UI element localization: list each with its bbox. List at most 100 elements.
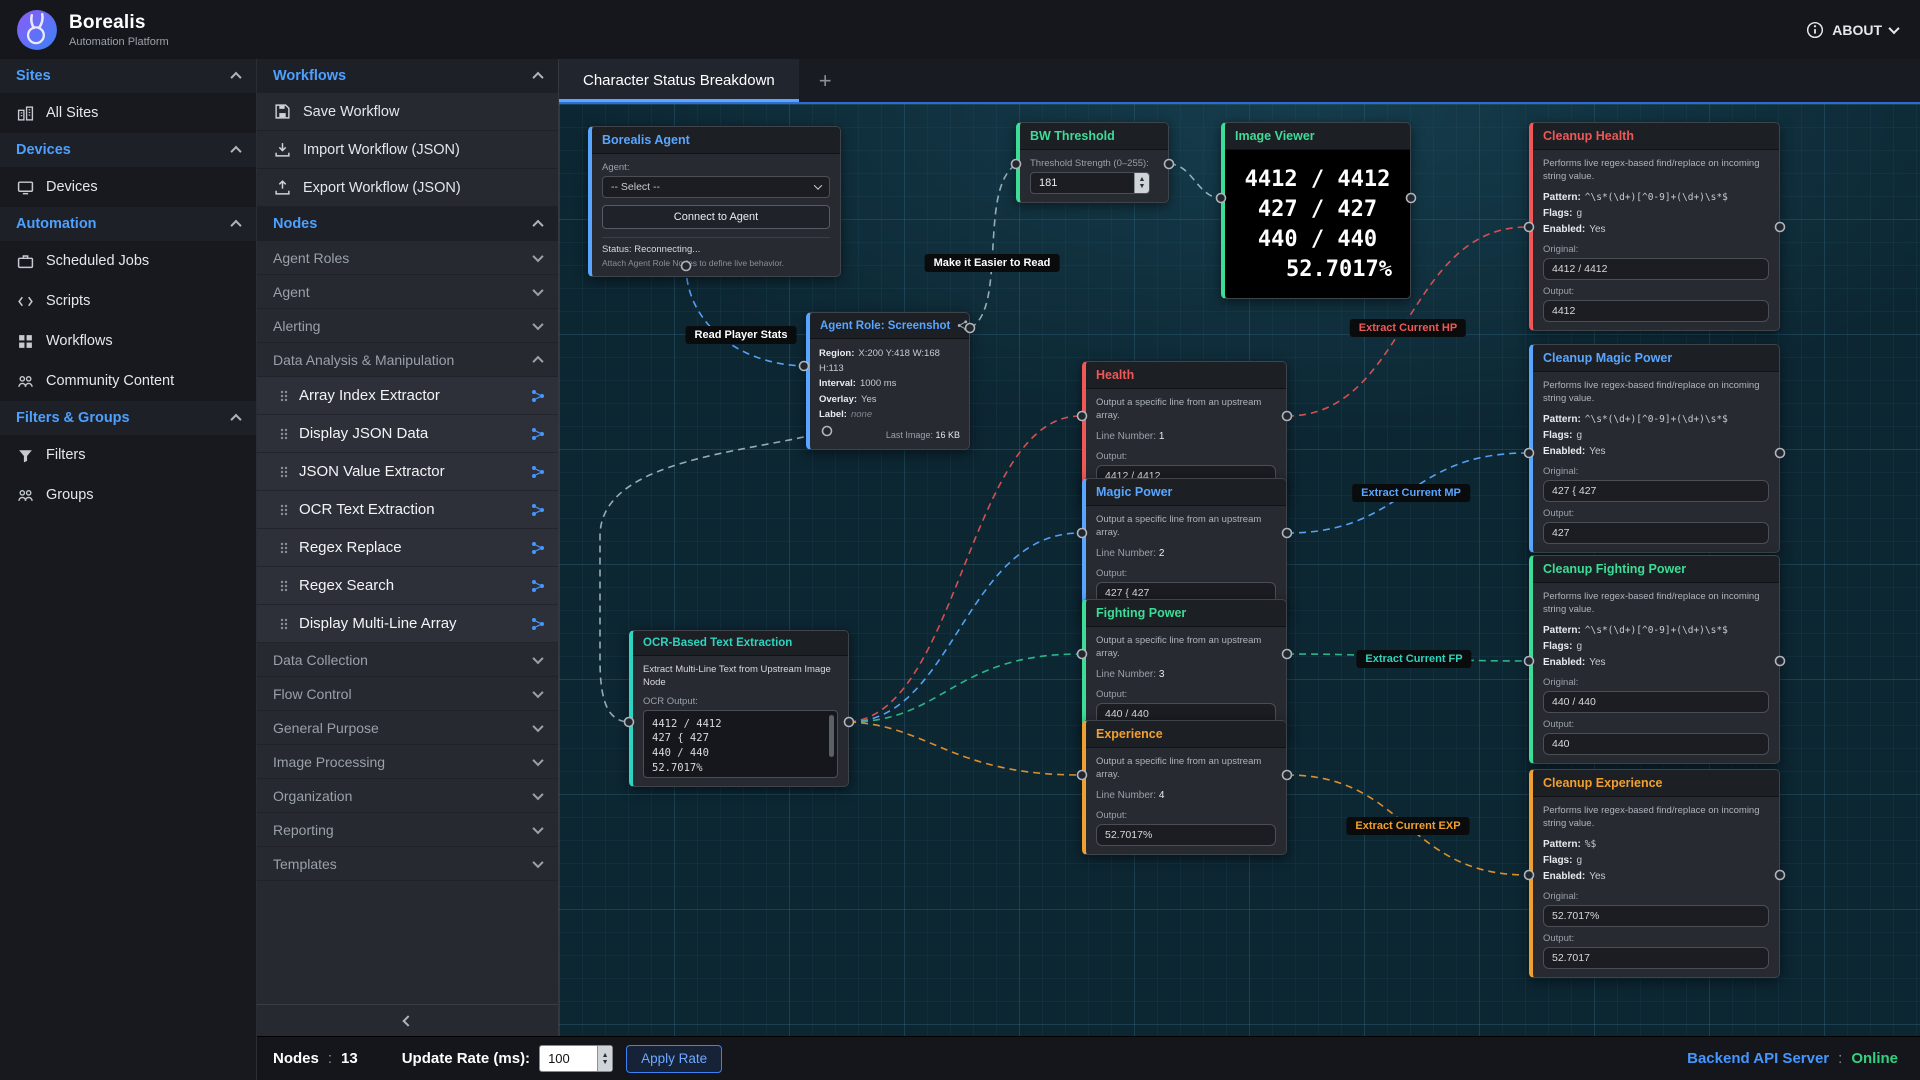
agent-select[interactable]: -- Select -- xyxy=(602,176,830,198)
chevron-down-icon xyxy=(532,720,543,731)
section-title: Filters & Groups xyxy=(16,410,130,426)
flow-node-bw-threshold[interactable]: BW Threshold Threshold Strength (0–255):… xyxy=(1016,122,1169,203)
drag-handle-icon[interactable] xyxy=(279,426,289,442)
stepper-buttons[interactable]: ▲▼ xyxy=(597,1046,612,1071)
drag-handle-icon[interactable] xyxy=(279,464,289,480)
flow-node-ocr-text-extraction[interactable]: OCR-Based Text Extraction Extract Multi-… xyxy=(629,630,849,787)
output-field[interactable]: 52.7017% xyxy=(1096,824,1276,846)
import-workflow-button[interactable]: Import Workflow (JSON) xyxy=(257,131,558,169)
workflows-panel-header[interactable]: Workflows xyxy=(257,59,558,93)
kv-value: Yes xyxy=(1589,224,1605,235)
add-tab-button[interactable]: + xyxy=(799,59,852,102)
flow-node-fighting-power[interactable]: Fighting Power Output a specific line fr… xyxy=(1082,599,1287,734)
category-general-purpose[interactable]: General Purpose xyxy=(257,711,558,745)
drag-handle-icon[interactable] xyxy=(279,616,289,632)
sidebar-section-automation[interactable]: Automation xyxy=(0,207,256,241)
flow-node-image-viewer[interactable]: Image Viewer 4412 / 4412 427 / 427 440 /… xyxy=(1221,122,1411,299)
category-flow-control[interactable]: Flow Control xyxy=(257,677,558,711)
ocr-output-label: OCR Output: xyxy=(643,696,838,707)
original-field[interactable]: 440 / 440 xyxy=(1543,691,1769,713)
flow-node-cleanup-experience[interactable]: Cleanup Experience Performs live regex-b… xyxy=(1529,769,1780,978)
sidebar-item-filters[interactable]: Filters xyxy=(0,435,256,475)
flow-node-cleanup-fighting-power[interactable]: Cleanup Fighting Power Performs live reg… xyxy=(1529,555,1780,764)
output-field[interactable]: 52.7017 xyxy=(1543,947,1769,969)
flow-node-cleanup-health[interactable]: Cleanup Health Performs live regex-based… xyxy=(1529,122,1780,331)
nodes-panel-header[interactable]: Nodes xyxy=(257,207,558,241)
flow-node-cleanup-magic-power[interactable]: Cleanup Magic Power Performs live regex-… xyxy=(1529,344,1780,553)
about-label: ABOUT xyxy=(1832,22,1882,38)
original-field[interactable]: 427 { 427 xyxy=(1543,480,1769,502)
sidebar-item-groups[interactable]: Groups xyxy=(0,475,256,515)
node-item-json-value-extractor[interactable]: JSON Value Extractor xyxy=(257,453,558,491)
flow-node-experience[interactable]: Experience Output a specific line from a… xyxy=(1082,720,1287,855)
original-label: Original: xyxy=(1543,466,1769,477)
category-agent-roles[interactable]: Agent Roles xyxy=(257,241,558,275)
node-item-regex-replace[interactable]: Regex Replace xyxy=(257,529,558,567)
category-templates[interactable]: Templates xyxy=(257,847,558,881)
drag-handle-icon[interactable] xyxy=(279,388,289,404)
sidebar-item-workflows[interactable]: Workflows xyxy=(0,321,256,361)
flow-node-magic-power[interactable]: Magic Power Output a specific line from … xyxy=(1082,478,1287,613)
category-data-collection[interactable]: Data Collection xyxy=(257,643,558,677)
sidebar-item-scheduled-jobs[interactable]: Scheduled Jobs xyxy=(0,241,256,281)
category-image-processing[interactable]: Image Processing xyxy=(257,745,558,779)
output-field[interactable]: 440 xyxy=(1543,733,1769,755)
category-label: Image Processing xyxy=(273,754,385,770)
kv-value: 16 KB xyxy=(935,430,960,440)
node-item-display-multi-line-array[interactable]: Display Multi-Line Array xyxy=(257,605,558,643)
category-alerting[interactable]: Alerting xyxy=(257,309,558,343)
collapse-sidebar-button[interactable] xyxy=(257,1004,558,1036)
export-icon xyxy=(273,179,291,196)
category-data-analysis[interactable]: Data Analysis & Manipulation xyxy=(257,343,558,377)
category-agent[interactable]: Agent xyxy=(257,275,558,309)
kv-value: 1 xyxy=(1159,431,1165,442)
flow-node-borealis-agent[interactable]: Borealis Agent Agent: -- Select -- Conne… xyxy=(588,126,841,277)
drag-handle-icon[interactable] xyxy=(279,578,289,594)
original-field[interactable]: 52.7017% xyxy=(1543,905,1769,927)
kv-label: Enabled: xyxy=(1543,871,1585,882)
threshold-input[interactable] xyxy=(1030,172,1150,194)
connect-agent-button[interactable]: Connect to Agent xyxy=(602,205,830,229)
action-label: Import Workflow (JSON) xyxy=(303,142,460,158)
node-item-array-index-extractor[interactable]: Array Index Extractor xyxy=(257,377,558,415)
edge-label-extract-current-hp: Extract Current HP xyxy=(1350,319,1466,337)
workflow-canvas[interactable]: Borealis Agent Agent: -- Select -- Conne… xyxy=(559,104,1920,1036)
sidebar-item-community-content[interactable]: Community Content xyxy=(0,361,256,401)
node-description: Output a specific line from an upstream … xyxy=(1096,514,1276,540)
drag-handle-icon[interactable] xyxy=(279,502,289,518)
save-workflow-button[interactable]: Save Workflow xyxy=(257,93,558,131)
export-workflow-button[interactable]: Export Workflow (JSON) xyxy=(257,169,558,207)
flow-node-health[interactable]: Health Output a specific line from an up… xyxy=(1082,361,1287,496)
viewer-line: 440 / 440 xyxy=(1233,227,1402,252)
kv-value: ^\s*(\d+)[^0-9]+(\d+)\s*$ xyxy=(1585,414,1728,425)
sidebar-section-filters-groups[interactable]: Filters & Groups xyxy=(0,401,256,435)
chevron-down-icon xyxy=(532,318,543,329)
node-item-display-json-data[interactable]: Display JSON Data xyxy=(257,415,558,453)
node-item-ocr-text-extraction[interactable]: OCR Text Extraction xyxy=(257,491,558,529)
kv-value: g xyxy=(1576,430,1582,441)
sidebar-item-devices[interactable]: Devices xyxy=(0,167,256,207)
sidebar-section-sites[interactable]: Sites xyxy=(0,59,256,93)
flow-node-agent-role-screenshot[interactable]: Agent Role: Screenshot Region:X:200 Y:41… xyxy=(806,312,970,450)
sidebar-item-scripts[interactable]: Scripts xyxy=(0,281,256,321)
output-field[interactable]: 427 xyxy=(1543,522,1769,544)
sidebar-section-devices[interactable]: Devices xyxy=(0,133,256,167)
sidebar-item-all-sites[interactable]: All Sites xyxy=(0,93,256,133)
stepper-buttons[interactable]: ▲▼ xyxy=(1134,173,1149,193)
about-menu[interactable]: ABOUT xyxy=(1806,21,1898,39)
category-organization[interactable]: Organization xyxy=(257,779,558,813)
chevron-left-icon xyxy=(402,1015,413,1026)
ocr-output-panel[interactable]: 4412 / 4412 427 { 427 440 / 440 52.7017% xyxy=(643,710,838,778)
category-reporting[interactable]: Reporting xyxy=(257,813,558,847)
kv-value: 1000 ms xyxy=(860,378,896,389)
scrollbar[interactable] xyxy=(829,715,834,757)
output-field[interactable]: 4412 xyxy=(1543,300,1769,322)
original-field[interactable]: 4412 / 4412 xyxy=(1543,258,1769,280)
category-label: Organization xyxy=(273,788,352,804)
apply-rate-button[interactable]: Apply Rate xyxy=(626,1045,722,1073)
drag-handle-icon[interactable] xyxy=(279,540,289,556)
agent-hint: Attach Agent Role Nodes to define live b… xyxy=(602,258,830,268)
tab-character-status-breakdown[interactable]: Character Status Breakdown xyxy=(559,59,799,102)
node-item-regex-search[interactable]: Regex Search xyxy=(257,567,558,605)
share-icon[interactable] xyxy=(956,319,969,332)
